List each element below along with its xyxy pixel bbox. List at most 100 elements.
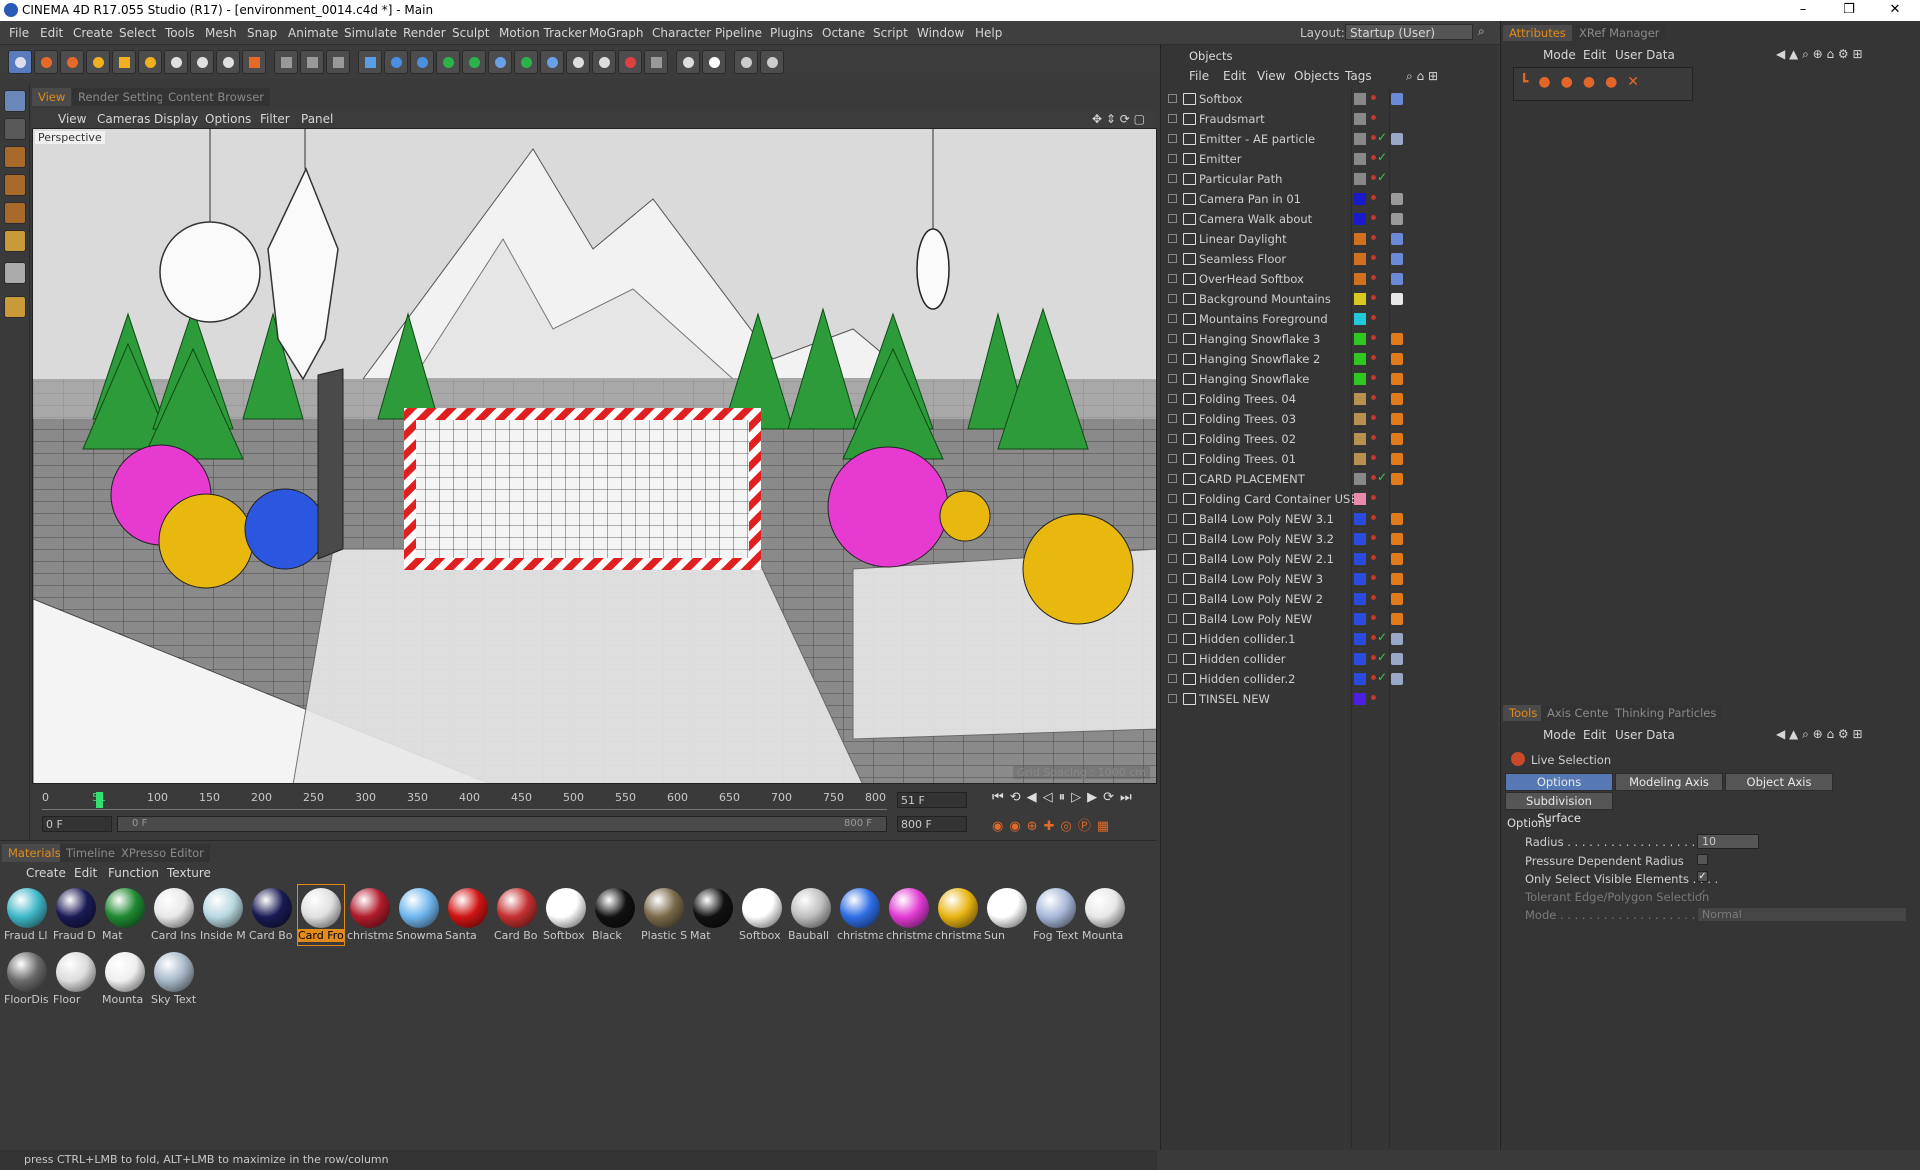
- expand-toggle-icon[interactable]: [1168, 514, 1177, 523]
- menu-select[interactable]: Select: [119, 26, 156, 40]
- render-settings-icon[interactable]: [326, 50, 350, 74]
- objects-menu-tags[interactable]: Tags: [1345, 69, 1372, 83]
- object-row[interactable]: Hidden collider ✓: [1161, 649, 1499, 669]
- layer-color-swatch[interactable]: [1354, 113, 1366, 125]
- menu-pipeline[interactable]: Pipeline: [715, 26, 762, 40]
- expand-toggle-icon[interactable]: [1168, 634, 1177, 643]
- object-row[interactable]: Folding Trees. 02: [1161, 429, 1499, 449]
- visibility-dot-icon[interactable]: [1371, 195, 1376, 200]
- layer-color-swatch[interactable]: [1354, 693, 1366, 705]
- enabled-check-icon[interactable]: ✓: [1377, 670, 1387, 684]
- layer-color-swatch[interactable]: [1354, 253, 1366, 265]
- visibility-dot-icon[interactable]: [1371, 255, 1376, 260]
- layout-dropdown[interactable]: Startup (User): [1345, 24, 1473, 40]
- expand-toggle-icon[interactable]: [1168, 394, 1177, 403]
- tab-content-browser[interactable]: Content Browser: [162, 88, 270, 106]
- expand-toggle-icon[interactable]: [1168, 234, 1177, 243]
- object-row[interactable]: OverHead Softbox: [1161, 269, 1499, 289]
- menu-snap[interactable]: Snap: [247, 26, 277, 40]
- layer-color-swatch[interactable]: [1354, 413, 1366, 425]
- menu-motion-tracker[interactable]: Motion Tracker: [499, 26, 587, 40]
- layer-color-swatch[interactable]: [1354, 593, 1366, 605]
- material-swatch[interactable]: Black: [592, 885, 638, 945]
- expand-toggle-icon[interactable]: [1168, 454, 1177, 463]
- materials-menu-texture[interactable]: Texture: [167, 866, 211, 880]
- object-tag-icon[interactable]: [1391, 293, 1403, 305]
- polygons-mode-icon[interactable]: [4, 202, 26, 224]
- layer-color-swatch[interactable]: [1354, 293, 1366, 305]
- material-swatch[interactable]: FloorDis: [4, 949, 50, 1009]
- live-selection-tool-icons[interactable]: ┗●●●●✕: [1513, 67, 1693, 101]
- layer-color-swatch[interactable]: [1354, 213, 1366, 225]
- expand-toggle-icon[interactable]: [1168, 114, 1177, 123]
- object-row[interactable]: Hidden collider.1 ✓: [1161, 629, 1499, 649]
- object-tag-icon[interactable]: [1391, 273, 1403, 285]
- layer-color-swatch[interactable]: [1354, 613, 1366, 625]
- material-swatch[interactable]: Fraud D: [53, 885, 99, 945]
- tab-attributes[interactable]: Attributes: [1503, 25, 1572, 41]
- expand-toggle-icon[interactable]: [1168, 654, 1177, 663]
- viewport-menu-cameras[interactable]: Cameras: [97, 112, 150, 126]
- viewport-menu-options[interactable]: Options: [205, 112, 251, 126]
- mode-dropdown[interactable]: Normal: [1697, 907, 1907, 922]
- expand-toggle-icon[interactable]: [1168, 194, 1177, 203]
- layer-color-swatch[interactable]: [1354, 673, 1366, 685]
- menu-sculpt[interactable]: Sculpt: [452, 26, 489, 40]
- visibility-dot-icon[interactable]: [1371, 275, 1376, 280]
- layer-color-swatch[interactable]: [1354, 393, 1366, 405]
- tool-tab-object-axis[interactable]: Object Axis: [1725, 773, 1833, 791]
- viewport-menu-filter[interactable]: Filter: [260, 112, 290, 126]
- material-swatch[interactable]: Card Bo: [249, 885, 295, 945]
- attributes-menu-mode[interactable]: Mode: [1543, 48, 1576, 62]
- layer-color-swatch[interactable]: [1354, 173, 1366, 185]
- visibility-dot-icon[interactable]: [1371, 395, 1376, 400]
- object-row[interactable]: Folding Trees. 04: [1161, 389, 1499, 409]
- attributes-menu-edit[interactable]: Edit: [1583, 48, 1606, 62]
- tab-render-settings[interactable]: Render Settings: [72, 88, 176, 106]
- object-tag-icon[interactable]: [1391, 413, 1403, 425]
- layer-color-swatch[interactable]: [1354, 633, 1366, 645]
- material-swatch[interactable]: Sky Text: [151, 949, 197, 1009]
- materials-menu-function[interactable]: Function: [108, 866, 159, 880]
- attributes-menu-user-data[interactable]: User Data: [1615, 48, 1675, 62]
- visibility-dot-icon[interactable]: [1371, 175, 1376, 180]
- close-button[interactable]: ✕: [1872, 0, 1918, 21]
- material-swatch[interactable]: Inside M: [200, 885, 246, 945]
- layer-color-swatch[interactable]: [1354, 433, 1366, 445]
- visibility-dot-icon[interactable]: [1371, 315, 1376, 320]
- expand-toggle-icon[interactable]: [1168, 354, 1177, 363]
- z-axis-lock-icon[interactable]: [216, 50, 240, 74]
- menu-help[interactable]: Help: [975, 26, 1002, 40]
- material-swatch[interactable]: Fog Text: [1033, 885, 1079, 945]
- layer-color-swatch[interactable]: [1354, 513, 1366, 525]
- visibility-dot-icon[interactable]: [1371, 455, 1376, 460]
- material-swatch[interactable]: Mat: [102, 885, 148, 945]
- tools-menu-mode[interactable]: Mode: [1543, 728, 1576, 742]
- expand-toggle-icon[interactable]: [1168, 294, 1177, 303]
- x-axis-lock-icon[interactable]: [164, 50, 188, 74]
- expand-toggle-icon[interactable]: [1168, 674, 1177, 683]
- material-swatch[interactable]: Floor: [53, 949, 99, 1009]
- object-row[interactable]: Folding Trees. 03: [1161, 409, 1499, 429]
- object-row[interactable]: Folding Trees. 01: [1161, 449, 1499, 469]
- visibility-dot-icon[interactable]: [1371, 615, 1376, 620]
- layer-color-swatch[interactable]: [1354, 333, 1366, 345]
- visibility-dot-icon[interactable]: [1371, 575, 1376, 580]
- material-swatch[interactable]: christma: [935, 885, 981, 945]
- current-frame-field[interactable]: 51 F: [897, 792, 967, 808]
- object-tag-icon[interactable]: [1391, 213, 1403, 225]
- viewport-menu-view[interactable]: View: [58, 112, 86, 126]
- material-swatch[interactable]: christma: [886, 885, 932, 945]
- menu-character[interactable]: Character: [652, 26, 711, 40]
- object-row[interactable]: Hanging Snowflake 3: [1161, 329, 1499, 349]
- object-row[interactable]: TINSEL NEW: [1161, 689, 1499, 709]
- expand-toggle-icon[interactable]: [1168, 574, 1177, 583]
- expand-toggle-icon[interactable]: [1168, 274, 1177, 283]
- objects-menu-file[interactable]: File: [1189, 69, 1209, 83]
- expand-toggle-icon[interactable]: [1168, 694, 1177, 703]
- object-row[interactable]: Emitter - AE particle ✓: [1161, 129, 1499, 149]
- material-swatch[interactable]: Mounta: [1082, 885, 1128, 945]
- expand-toggle-icon[interactable]: [1168, 434, 1177, 443]
- tab-thinking-particles[interactable]: Thinking Particles: [1609, 705, 1723, 721]
- tab-tools[interactable]: Tools: [1503, 705, 1544, 721]
